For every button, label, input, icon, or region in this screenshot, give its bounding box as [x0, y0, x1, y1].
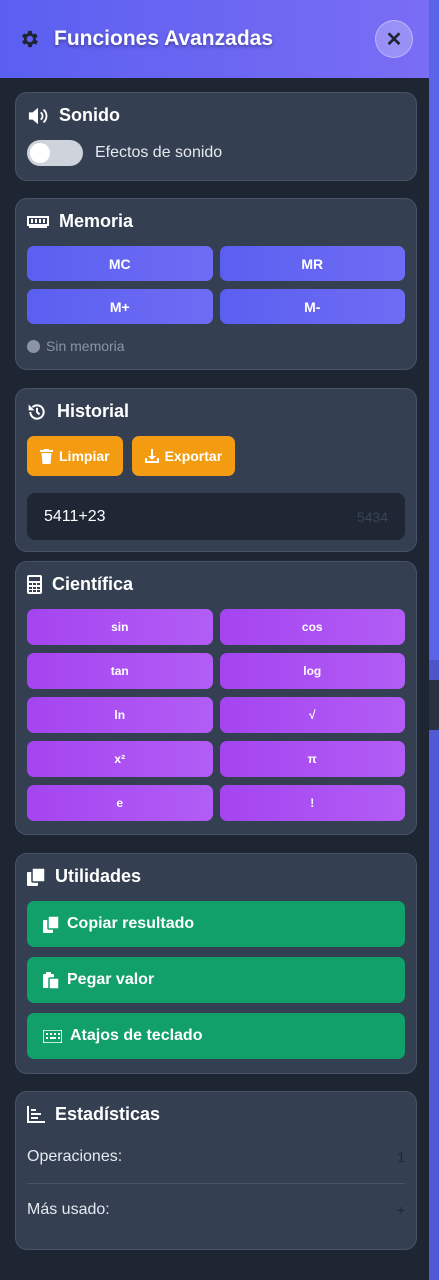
export-history-button[interactable]: Exportar [131, 436, 236, 476]
memory-clear-button[interactable]: MC [27, 246, 213, 281]
most-used-label: Más usado: [27, 1201, 110, 1218]
history-icon [27, 402, 47, 422]
sin-button[interactable]: sin [27, 609, 213, 645]
paste-icon [43, 971, 59, 989]
scrollbar-thumb[interactable] [429, 0, 439, 660]
bar-chart-icon [27, 1106, 45, 1123]
scrollbar[interactable] [429, 0, 439, 1280]
memory-card: Memoria MC MR M+ M- Sin memoria [15, 198, 417, 370]
scrollbar-thumb-segment [429, 660, 439, 680]
sqrt-button[interactable]: √ [219, 697, 405, 733]
pi-button[interactable]: π [219, 741, 405, 777]
sound-title: Sonido [59, 105, 120, 125]
ln-button[interactable]: ln [27, 697, 213, 733]
copy-icon [43, 915, 59, 933]
keyboard-shortcuts-button[interactable]: Atajos de teclado [27, 1013, 405, 1059]
sound-effects-label: Efectos de sonido [95, 144, 223, 161]
close-button[interactable]: ✕ [375, 20, 413, 58]
history-expression: 5411+23 [44, 507, 106, 525]
history-card: Historial Limpiar Exportar 5411+23 5434 [15, 388, 417, 552]
e-button[interactable]: e [27, 785, 213, 821]
memory-recall-button[interactable]: MR [219, 246, 405, 281]
history-result: 5434 [356, 508, 388, 525]
square-button[interactable]: x² [27, 741, 213, 777]
memory-status-text: Sin memoria [46, 338, 125, 354]
page-title: Funciones Avanzadas [54, 27, 274, 50]
copy-icon [27, 867, 45, 886]
utilities-card: Utilidades Copiar resultado Pegar valor … [15, 853, 417, 1074]
stats-card: Estadísticas Operaciones: 1 Más usado: + [15, 1091, 417, 1250]
scrollbar-thumb-segment [429, 730, 439, 1280]
memory-subtract-button[interactable]: M- [219, 289, 405, 324]
clear-history-button[interactable]: Limpiar [27, 436, 123, 476]
memory-title: Memoria [59, 211, 134, 231]
memory-add-button[interactable]: M+ [27, 289, 213, 324]
factorial-button[interactable]: ! [219, 785, 405, 821]
clear-history-label: Limpiar [59, 448, 110, 464]
memory-chip-icon [27, 214, 49, 230]
stats-title: Estadísticas [55, 1104, 161, 1124]
calculator-icon [27, 575, 42, 594]
keyboard-shortcuts-label: Atajos de teclado [70, 1027, 203, 1044]
paste-value-button[interactable]: Pegar valor [27, 957, 405, 1003]
sound-effects-toggle[interactable] [27, 140, 83, 166]
operations-value: 1 [397, 1149, 405, 1165]
scientific-title: Científica [52, 574, 134, 594]
copy-result-label: Copiar resultado [67, 915, 195, 932]
history-title: Historial [57, 401, 130, 421]
cos-button[interactable]: cos [219, 609, 405, 645]
status-dot-icon [27, 339, 40, 353]
utilities-title: Utilidades [55, 866, 142, 886]
panel-header: Funciones Avanzadas ✕ [0, 0, 429, 78]
export-history-label: Exportar [164, 448, 223, 464]
paste-value-label: Pegar valor [67, 971, 155, 988]
copy-result-button[interactable]: Copiar resultado [27, 901, 405, 947]
history-entry[interactable]: 5411+23 5434 [27, 493, 405, 540]
memory-status: Sin memoria [27, 338, 405, 354]
speaker-icon [27, 106, 49, 126]
trash-icon [40, 448, 53, 464]
download-icon [144, 449, 159, 463]
scientific-card: Científica sin cos tan log ln √ x² π e ! [15, 561, 417, 835]
tan-button[interactable]: tan [27, 653, 213, 689]
keyboard-icon [43, 1029, 62, 1043]
most-used-stat: Más usado: + [27, 1184, 405, 1236]
advanced-functions-panel: Funciones Avanzadas ✕ Sonido Efectos de … [0, 0, 429, 1280]
most-used-value: + [396, 1202, 405, 1218]
operations-label: Operaciones: [27, 1148, 123, 1165]
sound-card: Sonido Efectos de sonido [15, 92, 417, 181]
operations-stat: Operaciones: 1 [27, 1131, 405, 1183]
log-button[interactable]: log [219, 653, 405, 689]
gear-icon [18, 28, 40, 50]
